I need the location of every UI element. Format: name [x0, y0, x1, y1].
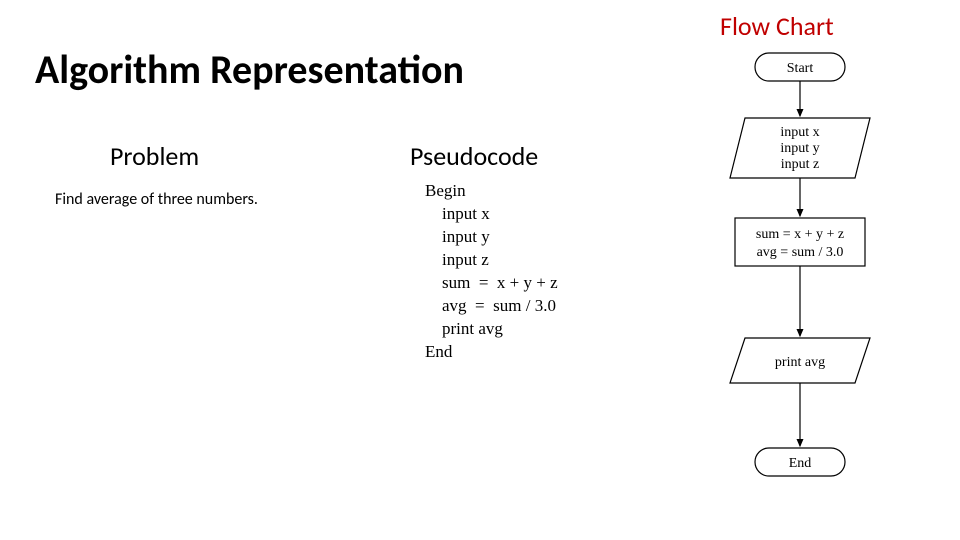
pseudo-line: sum = x + y + z	[425, 273, 558, 292]
pseudocode-heading: Pseudocode	[410, 140, 538, 172]
pseudo-line: avg = sum / 3.0	[425, 296, 556, 315]
flowchart-input-z: input z	[781, 157, 820, 172]
flowchart-input-x: input x	[780, 125, 819, 140]
flowchart-input-y: input y	[780, 141, 819, 156]
problem-heading: Problem	[110, 140, 199, 172]
pseudo-line: Begin	[425, 181, 466, 200]
flowchart-start-label: Start	[787, 61, 814, 76]
pseudo-line: End	[425, 342, 452, 361]
flowchart-diagram: Start input x input y input z sum = x + …	[700, 48, 900, 528]
flowchart-end-label: End	[789, 456, 812, 471]
pseudo-line: input z	[425, 250, 489, 269]
problem-text: Find average of three numbers.	[55, 190, 258, 209]
pseudo-line: input y	[425, 227, 490, 246]
pseudocode-block: Begin input x input y input z sum = x + …	[425, 180, 558, 364]
page-title: Algorithm Representation	[35, 45, 464, 94]
flowchart-heading: Flow Chart	[720, 10, 834, 42]
flowchart-print: print avg	[775, 355, 825, 370]
flowchart-sum: sum = x + y + z	[756, 227, 844, 242]
flowchart-avg: avg = sum / 3.0	[757, 245, 844, 260]
pseudo-line: print avg	[425, 319, 503, 338]
pseudo-line: input x	[425, 204, 490, 223]
